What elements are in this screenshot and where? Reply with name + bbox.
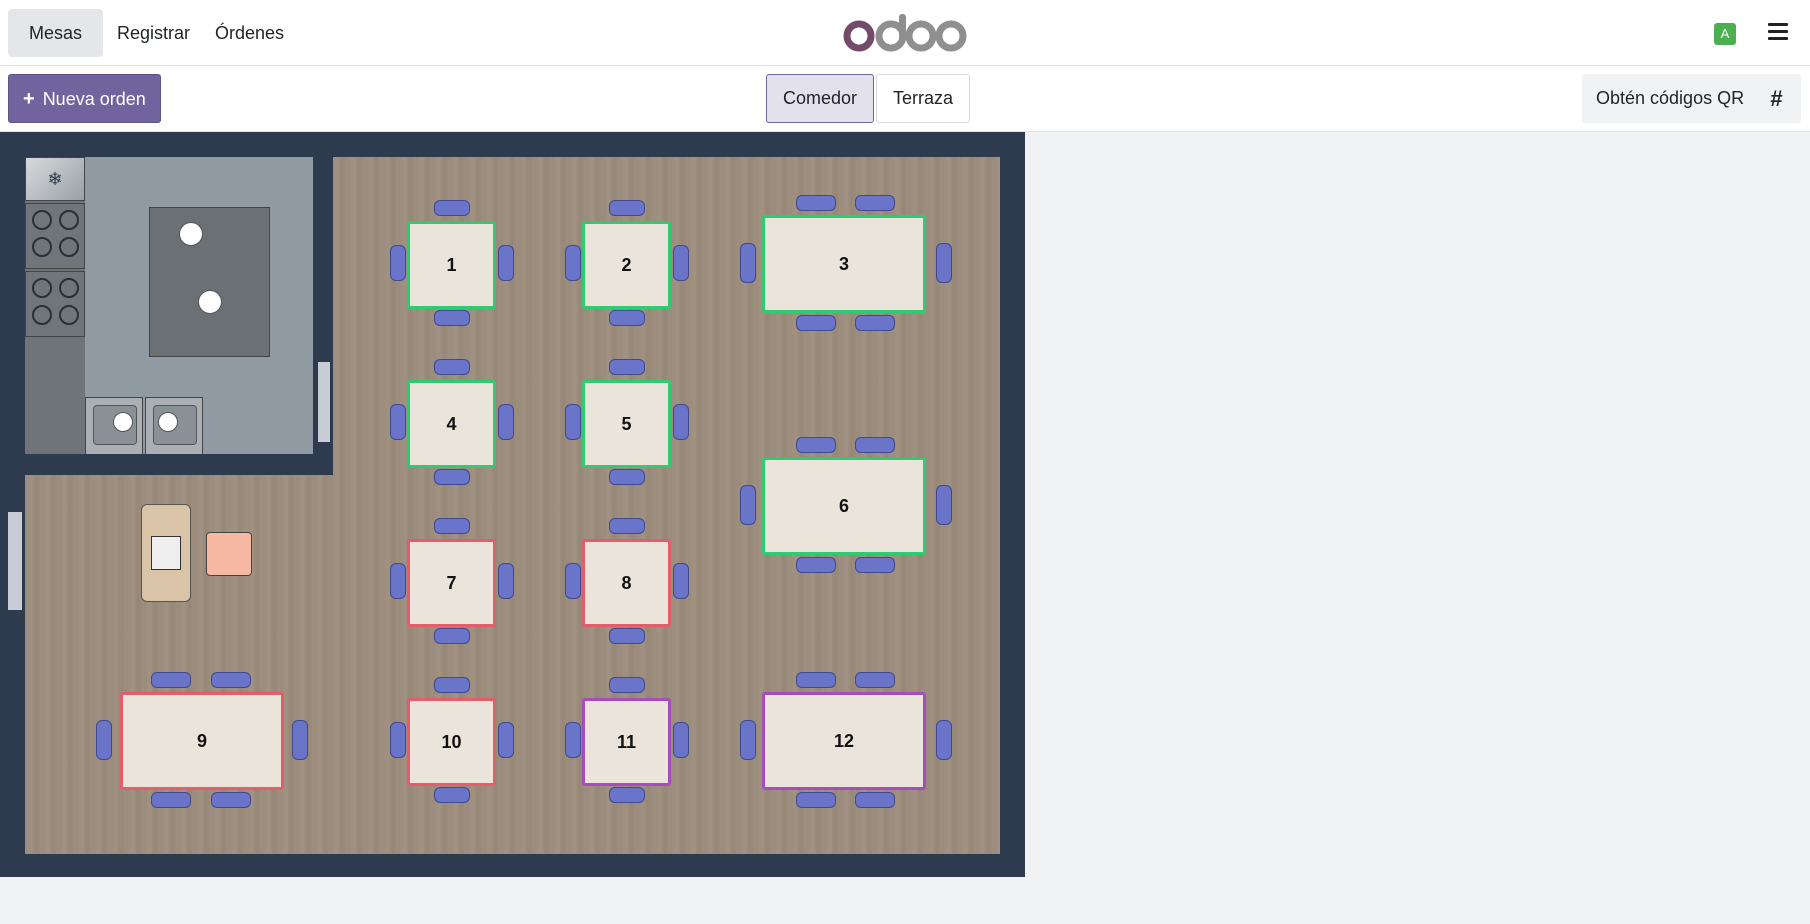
chair — [609, 469, 645, 485]
chair — [796, 792, 836, 808]
chair — [434, 310, 470, 326]
chair — [609, 359, 645, 375]
top-navbar: Mesas Registrar Órdenes A — [0, 0, 1810, 66]
table-8[interactable]: 8 — [582, 539, 671, 627]
new-order-button[interactable]: + Nueva orden — [8, 74, 161, 123]
stove-icon — [25, 271, 85, 337]
chair — [434, 628, 470, 644]
user-avatar[interactable]: A — [1714, 23, 1736, 45]
table-7[interactable]: 7 — [407, 539, 496, 627]
kitchen-island — [149, 207, 270, 357]
table-3[interactable]: 3 — [762, 215, 926, 313]
chair — [855, 195, 895, 211]
chair — [855, 315, 895, 331]
hamburger-icon[interactable] — [1768, 23, 1788, 43]
floor-plan: ❄ 1 2 3 4 5 6 7 8 9 10 11 12 — [0, 132, 1025, 877]
table-2[interactable]: 2 — [582, 221, 671, 309]
chair — [151, 672, 191, 688]
table-4[interactable]: 4 — [407, 380, 496, 468]
entrance-door — [0, 512, 25, 610]
chair — [855, 672, 895, 688]
floor-toolbar: + Nueva orden Comedor Terraza Obtén códig… — [0, 66, 1810, 132]
chair — [96, 720, 112, 760]
chair — [151, 792, 191, 808]
chair — [390, 404, 406, 440]
chair — [390, 722, 406, 758]
chair — [609, 628, 645, 644]
table-10[interactable]: 10 — [407, 698, 496, 786]
cashier-desk — [141, 504, 191, 602]
chair — [740, 485, 756, 525]
table-11[interactable]: 11 — [582, 698, 671, 786]
chair — [211, 792, 251, 808]
stove-icon — [25, 203, 85, 269]
chair — [796, 437, 836, 453]
chair — [390, 563, 406, 599]
chair — [796, 195, 836, 211]
table-1[interactable]: 1 — [407, 221, 496, 309]
chair — [292, 720, 308, 760]
chair — [673, 404, 689, 440]
sink-icon — [145, 397, 203, 455]
chair — [936, 485, 952, 525]
chair — [565, 245, 581, 281]
chair — [796, 672, 836, 688]
chair — [855, 557, 895, 573]
odoo-logo — [843, 14, 967, 52]
chair — [609, 310, 645, 326]
chair — [855, 437, 895, 453]
floor-tab-comedor[interactable]: Comedor — [766, 74, 875, 123]
table-12[interactable]: 12 — [762, 692, 926, 790]
chair — [434, 787, 470, 803]
plus-icon: + — [23, 88, 35, 110]
chair — [936, 243, 952, 283]
cash-register-icon — [151, 536, 181, 570]
new-order-label: Nueva orden — [42, 89, 146, 109]
chair — [796, 557, 836, 573]
chair — [211, 672, 251, 688]
chair — [434, 200, 470, 216]
chair — [855, 792, 895, 808]
chair — [609, 677, 645, 693]
chair — [609, 200, 645, 216]
chair — [740, 243, 756, 283]
floor-empty-area — [1025, 132, 1810, 877]
chair — [498, 404, 514, 440]
floor-tab-terraza[interactable]: Terraza — [876, 74, 971, 123]
chair — [609, 518, 645, 534]
chair — [936, 720, 952, 760]
chair — [673, 245, 689, 281]
sink-icon — [85, 397, 143, 455]
chair — [498, 245, 514, 281]
chair — [390, 245, 406, 281]
table-9[interactable]: 9 — [120, 692, 284, 790]
chair — [740, 720, 756, 760]
kitchen-wall — [0, 454, 333, 475]
table-5[interactable]: 5 — [582, 380, 671, 468]
chair — [565, 722, 581, 758]
tab-ordenes[interactable]: Órdenes — [194, 9, 305, 57]
chair — [609, 787, 645, 803]
chair — [434, 677, 470, 693]
chair — [434, 469, 470, 485]
table-6[interactable]: 6 — [762, 457, 926, 555]
chair — [673, 722, 689, 758]
get-qr-codes-button[interactable]: Obtén códigos QR — [1582, 74, 1759, 123]
chair — [498, 722, 514, 758]
chair — [498, 563, 514, 599]
chair — [565, 404, 581, 440]
snowflake-icon: ❄ — [25, 157, 85, 201]
chair — [565, 563, 581, 599]
chair — [434, 518, 470, 534]
chair — [673, 563, 689, 599]
tab-mesas[interactable]: Mesas — [8, 9, 104, 57]
kitchen-door — [318, 362, 330, 442]
chair — [796, 315, 836, 331]
chair — [434, 359, 470, 375]
cashier-chair — [206, 532, 252, 576]
hash-icon[interactable]: # — [1752, 74, 1801, 123]
